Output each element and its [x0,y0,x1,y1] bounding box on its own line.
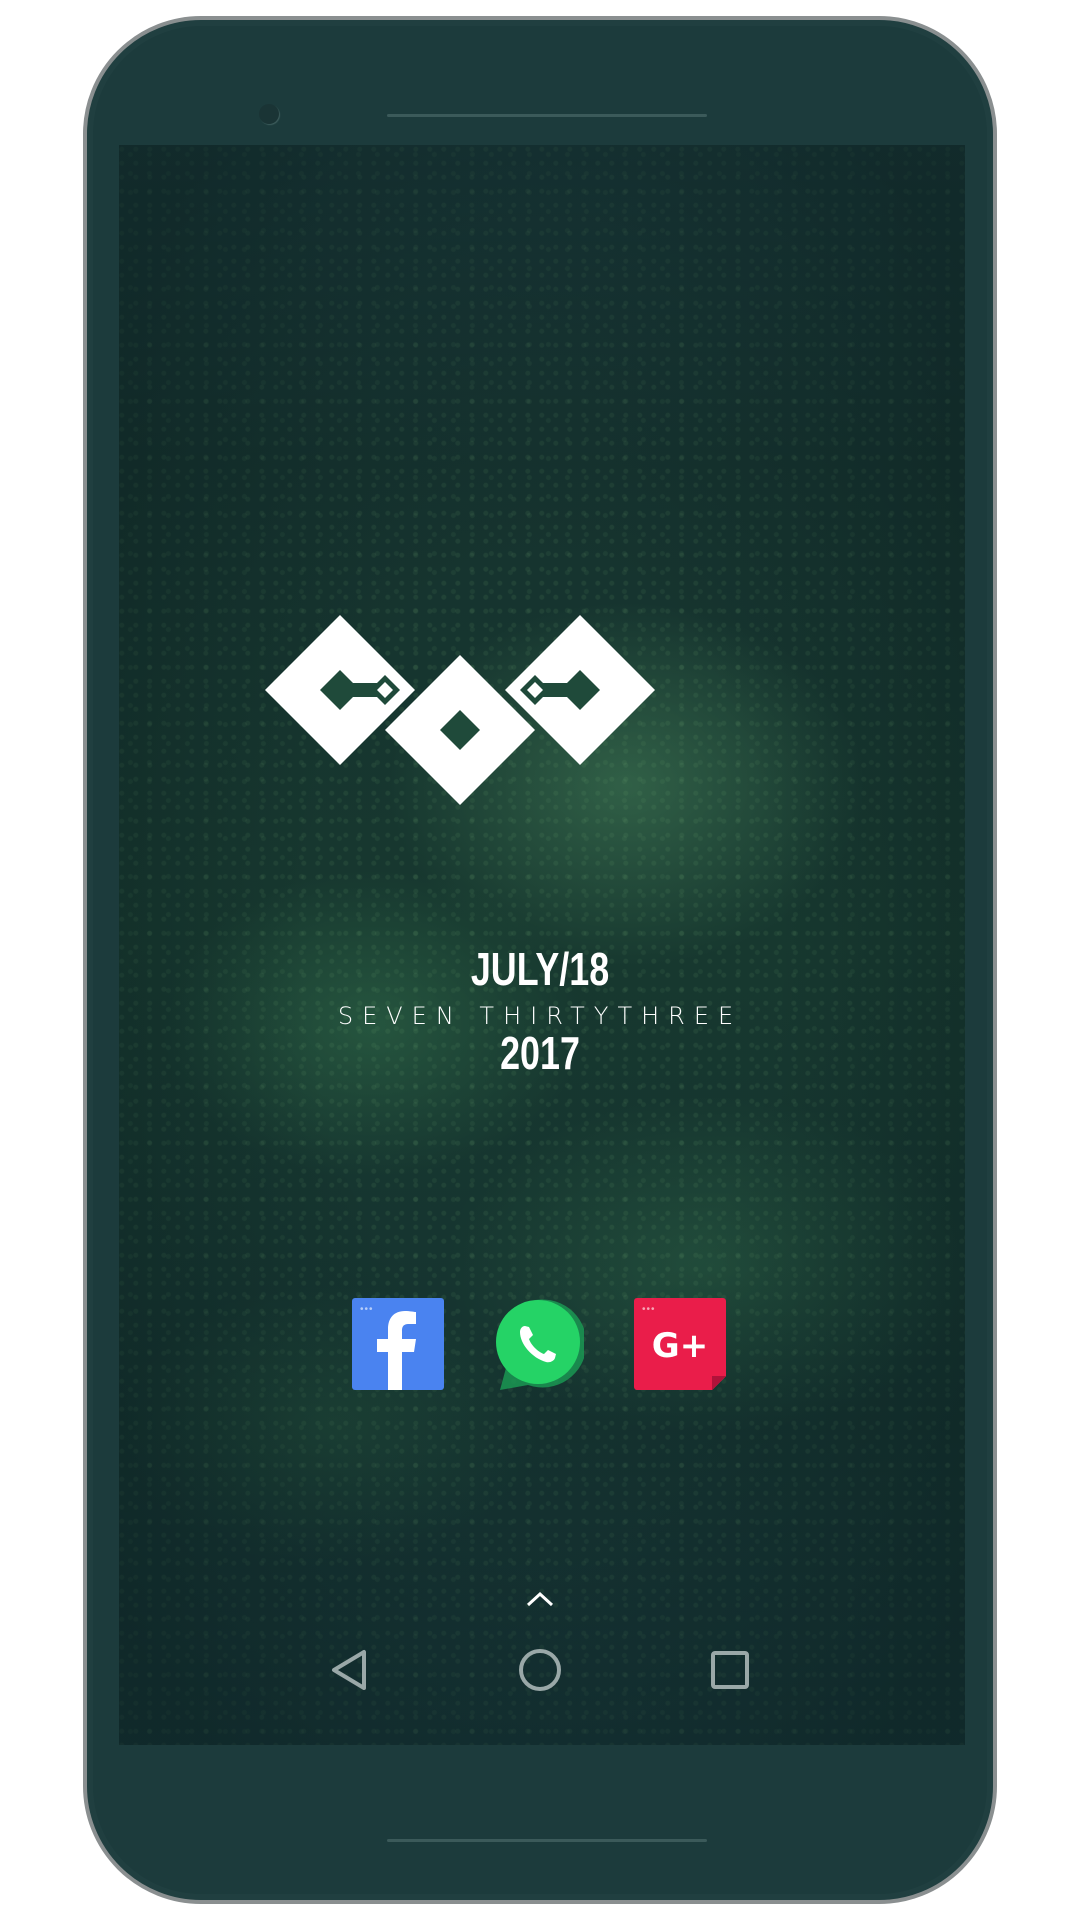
app-dock: ••• ••• G+ [0,1298,1080,1392]
facebook-app-icon[interactable]: ••• [352,1298,444,1390]
year-text: 2017 [500,1027,580,1079]
whatsapp-app-icon[interactable] [492,1298,587,1390]
recents-icon[interactable] [700,1640,760,1700]
home-icon[interactable] [510,1640,570,1700]
google-plus-fold [712,1376,726,1390]
google-plus-glyph-icon: G+ [651,1326,709,1366]
whatsapp-icon [496,1299,587,1390]
back-icon[interactable] [322,1640,382,1700]
front-camera [259,104,279,124]
bottom-speaker [387,1839,707,1842]
navigation-bar [0,1640,1080,1710]
date-text: JULY/18 [470,943,610,995]
mockup-stage: JULY/18 SEVEN THIRTYTHREE 2017 ••• ••• G… [0,0,1080,1920]
top-speaker [387,114,707,117]
chevron-up-icon[interactable] [525,1590,555,1608]
facebook-f-icon [377,1311,416,1390]
google-plus-app-icon[interactable]: ••• G+ [634,1298,726,1390]
google-plus-dots: ••• [642,1304,656,1315]
logo-widget-icon[interactable] [265,615,655,805]
